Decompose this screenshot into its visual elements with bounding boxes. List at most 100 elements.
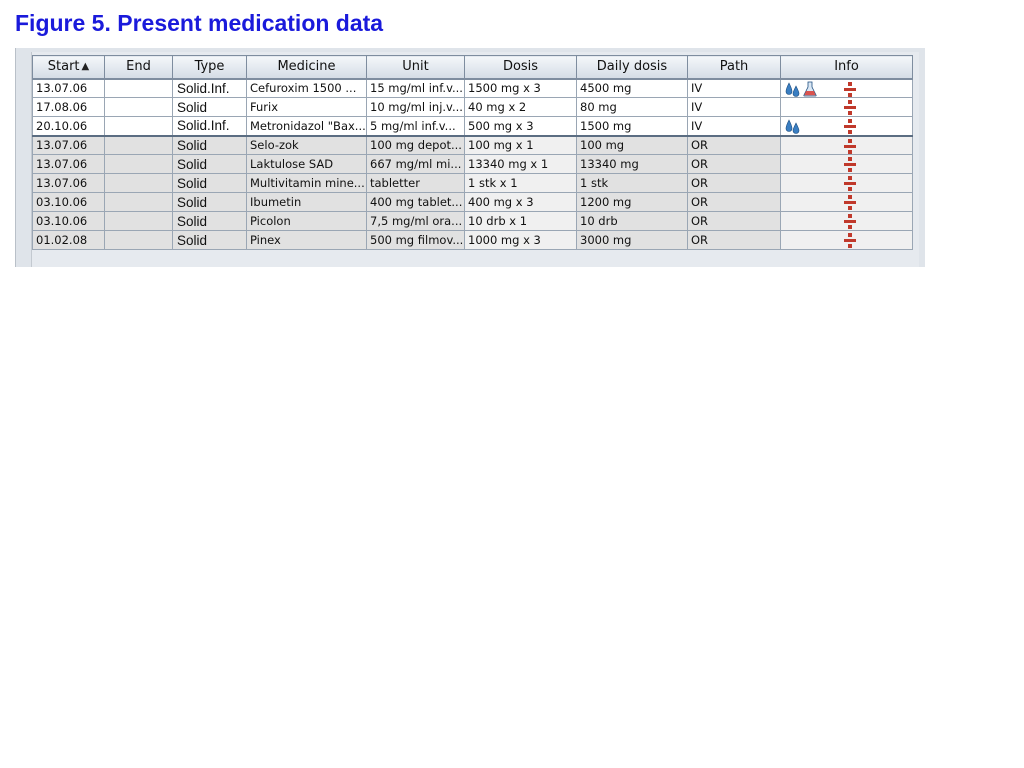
cell-info <box>780 78 913 98</box>
cell-dosis: 40 mg x 2 <box>464 97 577 117</box>
column-header-info[interactable]: Info <box>780 55 913 80</box>
cell-medicine: Cefuroxim 1500 ... <box>246 78 367 98</box>
cell-end <box>104 78 173 98</box>
cell-start: 13.07.06 <box>32 134 105 155</box>
cell-dosis: 13340 mg x 1 <box>464 154 577 174</box>
cell-daily: 1200 mg <box>576 192 688 212</box>
column-header-type[interactable]: Type <box>172 55 247 80</box>
table-row[interactable]: 13.07.06 Solid Laktulose SAD 667 mg/ml mi..… <box>32 154 913 174</box>
cell-type: Solid <box>172 97 247 117</box>
cell-type: Solid <box>172 192 247 212</box>
cell-end <box>104 230 173 250</box>
cell-start: 13.07.06 <box>32 173 105 193</box>
cell-start: 17.08.06 <box>32 97 105 117</box>
column-header-label: Medicine <box>277 59 336 75</box>
cell-info <box>780 173 913 193</box>
cell-dosis: 1 stk x 1 <box>464 173 577 193</box>
column-header-label: Info <box>834 59 859 75</box>
cell-dosis: 10 drb x 1 <box>464 211 577 231</box>
table-row[interactable]: 13.07.06 Solid Selo-zok 100 mg depot... 100 … <box>32 134 913 155</box>
cell-path: IV <box>687 78 781 98</box>
cell-unit: 7,5 mg/ml ora... <box>366 211 465 231</box>
divide-icon[interactable] <box>843 194 857 211</box>
cell-dosis: 1500 mg x 3 <box>464 78 577 98</box>
drops-icon[interactable] <box>785 119 801 134</box>
cell-start: 03.10.06 <box>32 211 105 231</box>
cell-start: 13.07.06 <box>32 78 105 98</box>
cell-info <box>780 97 913 117</box>
table-row[interactable]: 13.07.06 Solid Multivitamin mine... tablet… <box>32 173 913 193</box>
divide-icon[interactable] <box>843 138 857 155</box>
cell-medicine: Pinex <box>246 230 367 250</box>
cell-medicine: Metronidazol "Bax... <box>246 116 367 136</box>
cell-start: 20.10.06 <box>32 116 105 136</box>
column-header-dosis[interactable]: Dosis <box>464 55 577 80</box>
cell-end <box>104 134 173 155</box>
column-header-unit[interactable]: Unit <box>366 55 465 80</box>
cell-medicine: Multivitamin mine... <box>246 173 367 193</box>
cell-type: Solid <box>172 134 247 155</box>
divide-icon[interactable] <box>843 81 857 98</box>
table-body: 13.07.06 Solid.Inf. Cefuroxim 1500 ... 15 m… <box>32 78 913 250</box>
cell-unit: 15 mg/ml inf.v... <box>366 78 465 98</box>
cell-daily: 80 mg <box>576 97 688 117</box>
cell-daily: 100 mg <box>576 134 688 155</box>
cell-unit: 5 mg/ml inf.v... <box>366 116 465 136</box>
table-row[interactable]: 13.07.06 Solid.Inf. Cefuroxim 1500 ... 15 m… <box>32 78 913 98</box>
table-row[interactable]: 03.10.06 Solid Picolon 7,5 mg/ml ora... 10 d… <box>32 211 913 231</box>
cell-path: IV <box>687 116 781 136</box>
column-header-label: End <box>126 59 151 75</box>
divide-icon[interactable] <box>843 213 857 230</box>
cell-end <box>104 116 173 136</box>
cell-unit: 500 mg filmov... <box>366 230 465 250</box>
column-header-label: Daily dosis <box>596 59 668 75</box>
divide-icon[interactable] <box>843 156 857 173</box>
table-row[interactable]: 03.10.06 Solid Ibumetin 400 mg tablet... 400… <box>32 192 913 212</box>
cell-path: OR <box>687 173 781 193</box>
flask-icon[interactable] <box>803 81 817 97</box>
column-header-daily-dosis[interactable]: Daily dosis <box>576 55 688 80</box>
table-row[interactable]: 01.02.08 Solid Pinex 500 mg filmov... 1000 m… <box>32 230 913 250</box>
drops-icon[interactable] <box>785 81 801 97</box>
cell-info <box>780 230 913 250</box>
figure-title: Figure 5. Present medication data <box>15 10 384 36</box>
column-header-label: Type <box>194 59 225 75</box>
cell-path: OR <box>687 230 781 250</box>
cell-path: IV <box>687 97 781 117</box>
cell-medicine: Ibumetin <box>246 192 367 212</box>
medication-table: Start ▲ End Type Medicine Unit Dosis Dail… <box>32 55 913 250</box>
cell-type: Solid <box>172 154 247 174</box>
cell-end <box>104 173 173 193</box>
cell-type: Solid <box>172 211 247 231</box>
column-header-label: Path <box>719 59 749 75</box>
triangle-up-icon: ▲ <box>81 61 90 73</box>
column-header-medicine[interactable]: Medicine <box>246 55 367 80</box>
divide-icon[interactable] <box>843 232 857 249</box>
cell-info <box>780 192 913 212</box>
cell-type: Solid <box>172 173 247 193</box>
column-header-end[interactable]: End <box>104 55 173 80</box>
divide-icon[interactable] <box>843 175 857 192</box>
cell-path: OR <box>687 134 781 155</box>
column-header-label: Dosis <box>502 59 539 75</box>
column-header-path[interactable]: Path <box>687 55 781 80</box>
cell-unit: 400 mg tablet... <box>366 192 465 212</box>
cell-end <box>104 154 173 174</box>
table-row[interactable]: 17.08.06 Solid Furix 10 mg/ml inj.v... 40 mg… <box>32 97 913 117</box>
cell-type: Solid.Inf. <box>172 78 247 98</box>
divide-icon[interactable] <box>843 99 857 116</box>
cell-dosis: 100 mg x 1 <box>464 134 577 155</box>
cell-info <box>780 134 913 155</box>
cell-daily: 3000 mg <box>576 230 688 250</box>
cell-daily: 1500 mg <box>576 116 688 136</box>
divide-icon[interactable] <box>843 118 857 135</box>
cell-daily: 4500 mg <box>576 78 688 98</box>
header-row: Start ▲ End Type Medicine Unit Dosis Dail… <box>32 55 913 80</box>
cell-dosis: 1000 mg x 3 <box>464 230 577 250</box>
cell-type: Solid <box>172 230 247 250</box>
cell-medicine: Selo-zok <box>246 134 367 155</box>
cell-medicine: Laktulose SAD <box>246 154 367 174</box>
column-header-start[interactable]: Start ▲ <box>32 55 105 80</box>
table-row[interactable]: 20.10.06 Solid.Inf. Metronidazol "Bax... 5 … <box>32 116 913 136</box>
cell-end <box>104 211 173 231</box>
